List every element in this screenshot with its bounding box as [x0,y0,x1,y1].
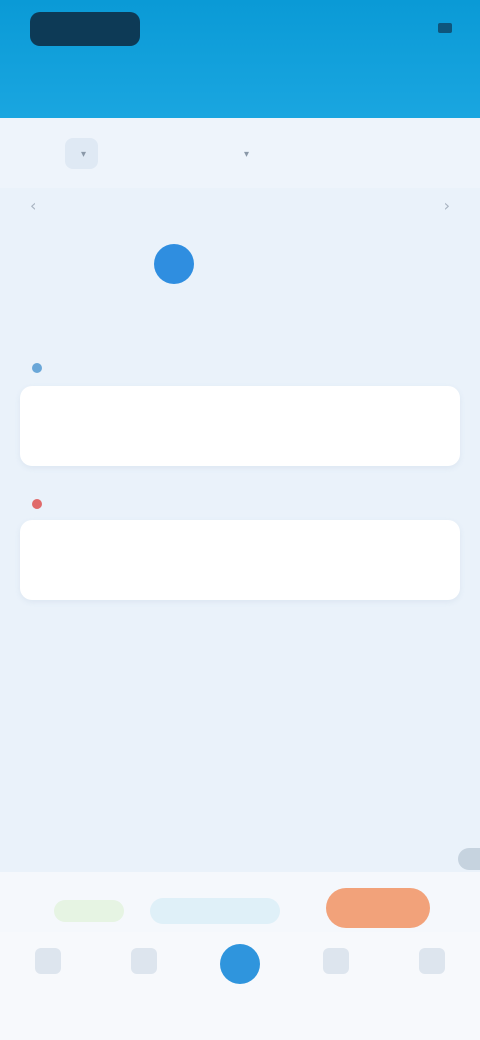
calendar-day[interactable] [78,232,140,312]
record-card-2[interactable] [20,520,460,600]
battery-icon [438,22,452,33]
day-date [417,244,457,284]
chart-icon [323,948,349,974]
tabbar-item-4[interactable] [296,948,376,982]
day-date [351,244,391,284]
card-label-2 [32,496,48,511]
status-time-pill [30,12,140,46]
calendar-day[interactable] [275,232,337,312]
day-date [154,244,195,284]
list-icon [131,948,157,974]
calendar-day[interactable] [12,232,74,312]
tab-3[interactable] [391,145,415,161]
tabbar-item-2[interactable] [104,948,184,982]
day-date [220,244,260,284]
segment-tabs: ▾ ▾ [0,118,480,188]
day-date [286,244,326,284]
calendar-day[interactable] [209,232,271,312]
tabbar-item-1[interactable] [8,948,88,982]
chevron-down-icon: ▾ [243,148,250,160]
chevron-right-icon[interactable]: › [444,196,450,215]
tabbar-item-center[interactable] [200,944,280,992]
green-action-button[interactable] [54,900,124,922]
primary-action-button[interactable] [326,888,430,928]
tab-1[interactable]: ▾ [64,137,99,169]
day-date [23,244,63,284]
blue-action-button[interactable] [150,898,280,924]
calendar-day-selected[interactable] [143,232,205,312]
calendar-day[interactable] [406,232,468,312]
tab-2[interactable]: ▾ [228,138,261,169]
scroll-top-icon[interactable] [458,848,480,870]
status-icons [352,20,452,40]
chevron-down-icon: ▾ [80,148,87,160]
home-icon [35,948,61,974]
card-label-1 [32,360,48,375]
app-header [0,0,480,118]
day-date [89,244,129,284]
profile-icon [419,948,445,974]
chevron-left-icon[interactable]: ‹ [30,196,36,215]
section-dot-icon [32,362,42,373]
bottom-tab-bar [0,932,480,1040]
week-strip [12,232,468,312]
tabbar-item-5[interactable] [392,948,472,982]
add-icon [220,944,260,984]
section-dot-icon [32,498,42,509]
record-card-1[interactable] [20,386,460,466]
calendar-day[interactable] [340,232,402,312]
